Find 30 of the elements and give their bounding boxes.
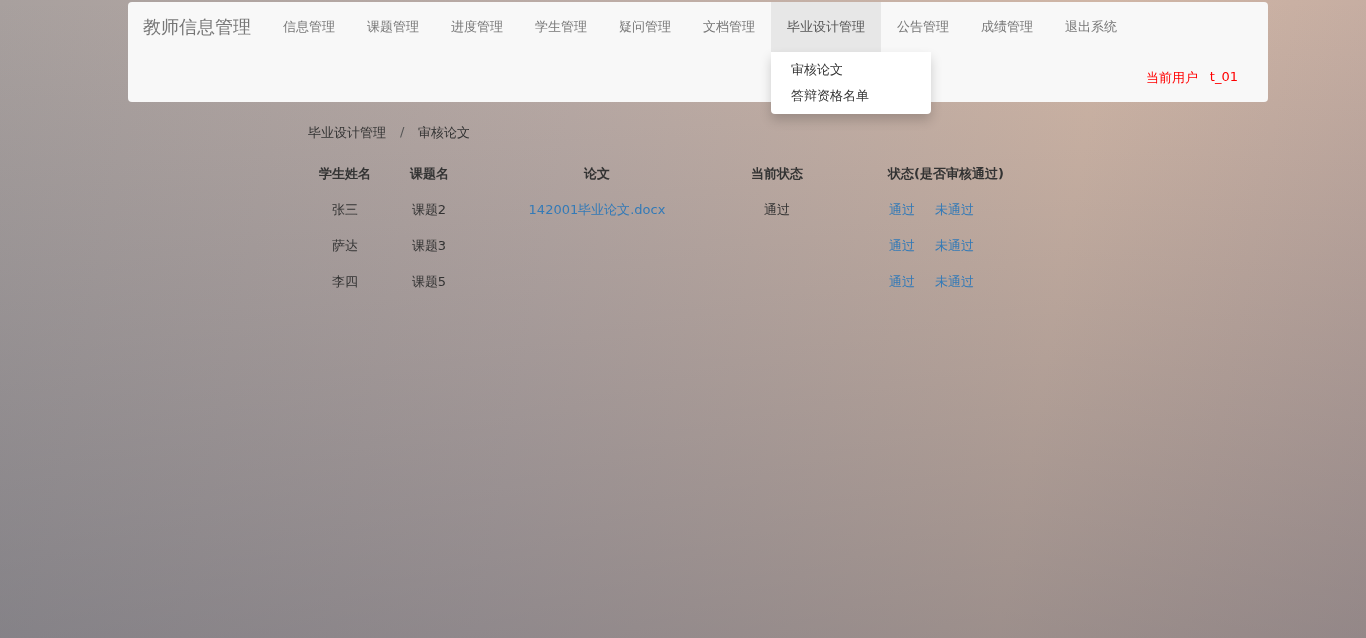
nav-item[interactable]: 文档管理 <box>687 2 771 52</box>
table-cell: 通过 <box>764 202 790 217</box>
nav-item[interactable]: 公告管理 <box>881 2 965 52</box>
column-header: 课题名 <box>409 166 449 181</box>
table-cell: 课题5 <box>411 274 447 289</box>
nav-item[interactable]: 信息管理 <box>267 2 351 52</box>
table-cell: 李四 <box>332 274 358 289</box>
dropdown-item[interactable]: 答辩资格名单 <box>771 83 931 109</box>
column-header: 学生姓名 <box>319 166 371 181</box>
user-label: 当前用户 <box>1145 69 1198 87</box>
nav-item[interactable]: 学生管理 <box>519 2 603 52</box>
nav-item[interactable]: 进度管理 <box>435 2 519 52</box>
breadcrumb-item[interactable]: 毕业设计管理 <box>308 124 386 142</box>
nav-item[interactable]: 毕业设计管理 <box>771 2 881 52</box>
nav-item[interactable]: 疑问管理 <box>603 2 687 52</box>
breadcrumb-item: 审核论文 <box>418 124 471 142</box>
dropdown-item[interactable]: 审核论文 <box>771 57 931 83</box>
user-name: t_01 <box>1209 69 1238 86</box>
nav-item[interactable]: 成绩管理 <box>965 2 1049 52</box>
nav-item[interactable]: 退出系统 <box>1049 2 1133 52</box>
brand-link[interactable]: 教师信息管理 <box>128 2 267 52</box>
table-cell: 课题3 <box>411 238 447 253</box>
column-header: 状态(是否审核通过) <box>888 166 1004 181</box>
column-header: 论文 <box>584 166 610 181</box>
table-cell: 课题2 <box>411 202 447 217</box>
table-cell: 萨达 <box>332 238 358 253</box>
nav-item[interactable]: 课题管理 <box>351 2 435 52</box>
column-header: 当前状态 <box>751 166 803 181</box>
table-cell: 张三 <box>332 202 358 217</box>
breadcrumb-separator: / <box>400 124 405 141</box>
